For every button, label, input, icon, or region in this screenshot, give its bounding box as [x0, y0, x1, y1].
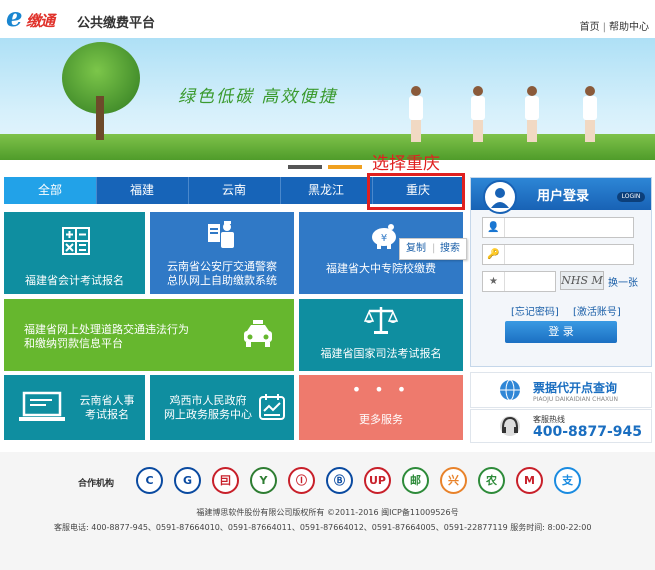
partner-bank-logo-icon[interactable]: 支	[554, 467, 581, 494]
tile-label: 鸡西市人民政府 网上政务服务中心	[164, 394, 252, 421]
ticket-query-title: 票据代开点查询	[533, 381, 618, 395]
slide-dot-active[interactable]	[328, 165, 362, 169]
runner-figure	[582, 86, 598, 142]
forgot-password-link[interactable]: [忘记密码]	[511, 303, 559, 318]
header: e 缴通 公共缴费平台 首页 | 帮助中心	[0, 0, 655, 38]
top-links: 首页 | 帮助中心	[580, 18, 649, 33]
login-header: 用户登录 LOGIN	[471, 178, 651, 214]
piggy-bank-icon: ¥	[372, 224, 396, 249]
login-title: 用户登录	[537, 189, 590, 204]
tile-yunnan-personnel-exam[interactable]: 云南省人事 考试报名	[4, 375, 145, 440]
calculator-icon	[62, 227, 90, 255]
partner-bank-logo-icon[interactable]: Ⓑ	[326, 467, 353, 494]
hotline-number: 400-8877-945	[533, 424, 643, 440]
password-field[interactable]: 🔑	[482, 244, 634, 265]
ticket-query-subtitle: PIAOJU DAIKAIDIAN CHAXUN	[533, 396, 618, 403]
star-icon: ★	[483, 272, 505, 291]
slide-dot[interactable]	[288, 165, 322, 169]
tree-trunk	[96, 96, 104, 140]
annotation-highlight-box	[367, 173, 465, 210]
username-field[interactable]: 👤	[482, 217, 634, 238]
search-menu-item[interactable]: 搜索	[440, 239, 460, 259]
tab-yunnan[interactable]: 云南	[188, 177, 280, 204]
login-tag: LOGIN	[617, 192, 645, 202]
traffic-police-icon	[208, 221, 234, 248]
annotation-label: 选择重庆	[372, 154, 440, 174]
tile-label: 云南省人事 考试报名	[79, 394, 135, 421]
tile-label: 福建省网上处理道路交通违法行为 和缴纳罚款信息平台	[24, 323, 189, 350]
partner-bank-logo-icon[interactable]: 兴	[440, 467, 467, 494]
tile-label: 云南省公安厅交通警察 总队网上自助缴款系统	[167, 260, 277, 287]
partner-bank-logo-icon[interactable]: 囙	[212, 467, 239, 494]
tile-label: 福建省大中专院校缴费	[326, 262, 436, 275]
footer: 合作机构 C G 囙 Y Ⓘ Ⓑ UP 邮兴农 M 支 福建博思软件股份有限公司版权所有 ©201…	[0, 452, 655, 570]
refresh-captcha-link[interactable]: 换一张	[608, 274, 638, 289]
globe-icon	[500, 379, 520, 401]
partner-bank-logo-icon[interactable]: 邮	[402, 467, 429, 494]
partner-bank-logo-icon[interactable]: Y	[250, 467, 277, 494]
tile-label: 更多服务	[359, 413, 403, 426]
runner-figure	[408, 86, 424, 142]
tile-jixi-government[interactable]: 鸡西市人民政府 网上政务服务中心	[150, 375, 294, 440]
tile-fujian-accounting-exam[interactable]: 福建省会计考试报名	[4, 212, 145, 294]
context-menu: 复制 | 搜索	[399, 238, 467, 260]
contact-info: 客服电话: 400-8877-945、0591-87664010、0591-87…	[54, 523, 592, 532]
login-button[interactable]: 登 录	[505, 321, 617, 343]
runner-figure	[470, 86, 486, 142]
captcha-image[interactable]: NHS M	[560, 271, 604, 290]
user-icon: 👤	[483, 218, 505, 237]
menu-divider: |	[432, 243, 436, 254]
car-icon	[244, 320, 272, 347]
slider-indicators	[0, 163, 655, 169]
home-link[interactable]: 首页	[580, 22, 600, 33]
partner-bank-logo-icon[interactable]: M	[516, 467, 543, 494]
scales-of-justice-icon	[364, 307, 398, 334]
banner[interactable]: 绿色低碳 高效便捷	[0, 38, 655, 160]
partner-bank-logo-icon[interactable]: 农	[478, 467, 505, 494]
copyright-text: 福建博思软件股份有限公司版权所有 ©2011-2016 闽ICP备1100952…	[196, 508, 459, 517]
link-separator: |	[602, 22, 606, 33]
tile-more-services[interactable]: • • • 更多服务	[299, 375, 463, 440]
logo[interactable]: e 缴通	[6, 3, 70, 33]
partners-label: 合作机构	[78, 479, 115, 489]
tile-label: 福建省国家司法考试报名	[320, 347, 442, 360]
tile-label: 福建省会计考试报名	[25, 274, 124, 287]
tab-fujian[interactable]: 福建	[96, 177, 188, 204]
tile-fujian-traffic-violation[interactable]: 福建省网上处理道路交通违法行为 和缴纳罚款信息平台	[4, 299, 294, 371]
captcha-field[interactable]: ★	[482, 271, 556, 292]
runner-figure	[524, 86, 540, 142]
logo-text: 缴通	[26, 12, 55, 30]
tile-yunnan-traffic-police[interactable]: 云南省公安厅交通警察 总队网上自助缴款系统	[150, 212, 294, 294]
banner-slogan: 绿色低碳 高效便捷	[178, 87, 338, 107]
activate-account-link[interactable]: [激活账号]	[573, 303, 621, 318]
svg-text:¥: ¥	[381, 233, 387, 244]
partner-bank-logo-icon[interactable]: Ⓘ	[288, 467, 315, 494]
site-title: 公共缴费平台	[77, 16, 156, 31]
logo-letter: e	[6, 3, 23, 33]
headset-icon	[500, 416, 520, 436]
key-icon: 🔑	[483, 245, 505, 264]
government-service-icon	[259, 394, 285, 420]
ticket-query-panel[interactable]: 票据代开点查询 PIAOJU DAIKAIDIAN CHAXUN	[470, 372, 652, 408]
partner-bank-logo-icon[interactable]: C	[136, 467, 163, 494]
user-avatar-icon	[483, 180, 517, 214]
tile-fujian-judicial-exam[interactable]: 福建省国家司法考试报名	[299, 299, 463, 371]
laptop-icon	[19, 391, 65, 421]
help-center-link[interactable]: 帮助中心	[609, 22, 649, 33]
tab-heilongjiang[interactable]: 黑龙江	[280, 177, 372, 204]
more-dots-icon: • • •	[351, 380, 411, 399]
login-panel: 用户登录 LOGIN 👤 🔑 ★ NHS M 换一张 [忘记密码] [激活账号]…	[470, 177, 652, 367]
hotline-panel: 客服热线 400-8877-945	[470, 409, 652, 443]
partner-bank-logo-icon[interactable]: G	[174, 467, 201, 494]
partner-bank-logo-icon[interactable]: UP	[364, 467, 391, 494]
copy-menu-item[interactable]: 复制	[406, 239, 426, 259]
tab-all[interactable]: 全部	[4, 177, 96, 204]
